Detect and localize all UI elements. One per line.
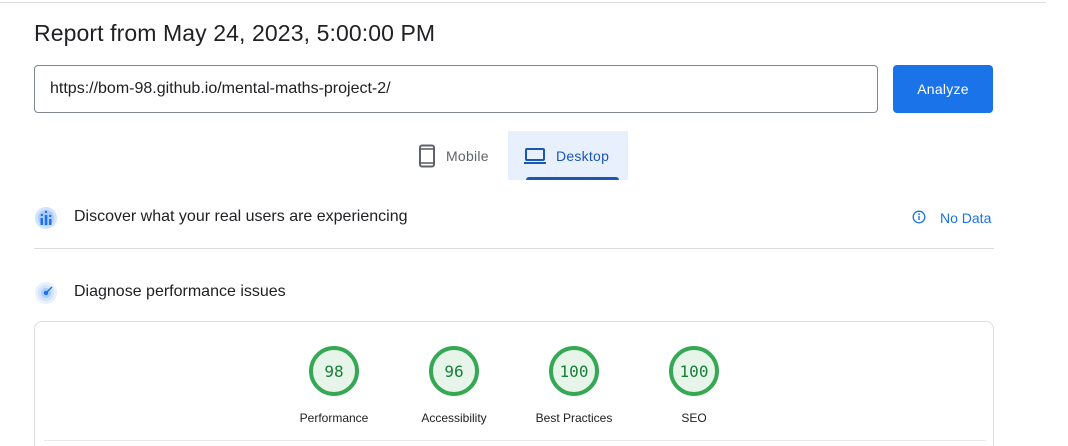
no-data-label: No Data <box>940 210 992 226</box>
analyze-button[interactable]: Analyze <box>893 65 993 113</box>
tab-desktop[interactable]: Desktop <box>508 131 628 180</box>
url-input[interactable] <box>34 65 878 113</box>
score-ring: 100 <box>549 346 599 396</box>
score-label: Performance <box>299 411 369 425</box>
tab-desktop-label: Desktop <box>556 147 610 164</box>
scores-card: 98 Performance 96 Accessibility 100 Best… <box>34 321 994 446</box>
score-value: 96 <box>444 361 464 381</box>
diagnose-radar-icon <box>34 281 58 305</box>
score-ring: 98 <box>309 346 359 396</box>
score-ring: 100 <box>669 346 719 396</box>
gauge-best-practices[interactable]: 100 Best Practices <box>514 346 634 425</box>
score-ring: 96 <box>429 346 479 396</box>
tab-mobile-label: Mobile <box>446 147 489 164</box>
score-label: SEO <box>681 411 707 425</box>
no-data-status[interactable]: No Data <box>912 209 991 227</box>
users-chart-icon <box>34 206 58 230</box>
laptop-icon <box>524 147 546 165</box>
gauge-seo[interactable]: 100 SEO <box>634 346 754 425</box>
score-label: Best Practices <box>535 411 613 425</box>
tab-mobile[interactable]: Mobile <box>408 131 506 180</box>
gauge-performance[interactable]: 98 Performance <box>274 346 394 425</box>
score-value: 100 <box>679 361 709 381</box>
smartphone-icon <box>418 144 436 168</box>
selected-tab-indicator <box>526 177 619 180</box>
report-title: Report from May 24, 2023, 5:00:00 PM <box>34 20 436 46</box>
section-divider <box>34 248 994 249</box>
pagespeed-report-page: Report from May 24, 2023, 5:00:00 PM Ana… <box>0 0 1068 446</box>
score-label: Accessibility <box>421 411 487 425</box>
field-data-title: Discover what your real users are experi… <box>74 208 408 225</box>
card-divider <box>44 440 986 441</box>
lab-data-title: Diagnose performance issues <box>74 283 286 300</box>
score-value: 98 <box>324 361 344 381</box>
top-divider <box>0 2 1046 3</box>
gauge-accessibility[interactable]: 96 Accessibility <box>394 346 514 425</box>
score-value: 100 <box>559 361 589 381</box>
info-icon <box>912 210 926 227</box>
